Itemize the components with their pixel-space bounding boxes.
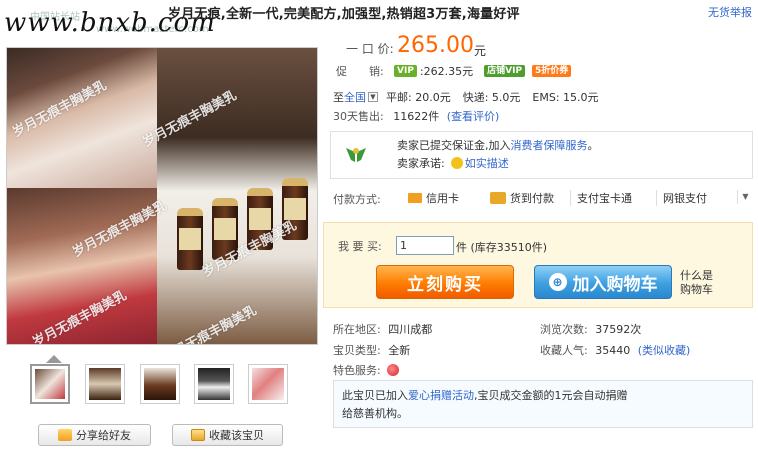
deposit-text: 卖家已提交保证金,加入 xyxy=(397,139,511,152)
charity-link[interactable]: 爱心捐赠活动 xyxy=(408,389,474,402)
sales-count: 11622件 xyxy=(393,110,440,123)
payment-label: 付款方式: xyxy=(333,193,381,206)
shop-vip-badge[interactable]: 店铺VIP xyxy=(484,65,526,77)
cod-icon xyxy=(490,192,506,204)
credit-card-icon xyxy=(408,193,422,203)
share-button-label: 分享给好友 xyxy=(76,429,131,442)
share-icon xyxy=(58,429,72,441)
thumbnail-3[interactable] xyxy=(140,364,180,404)
payment-cod[interactable]: 货到付款 xyxy=(490,190,554,206)
popularity-value: 35440 xyxy=(595,344,631,357)
shipping-express: 快递: 5.0元 xyxy=(462,91,521,104)
promise-icon xyxy=(450,157,463,169)
buy-now-button[interactable]: 立刻购买 xyxy=(376,265,514,299)
photo-product-box xyxy=(157,48,317,344)
feature-row: 特色服务: xyxy=(333,362,399,378)
type-row: 宝贝类型: 全新 xyxy=(333,342,410,358)
promo-row: VIP :262.35元 店铺VIP 5折价券 xyxy=(394,63,572,79)
quantity-input[interactable]: 1 xyxy=(396,236,454,255)
price-unit: 元 xyxy=(474,44,487,58)
views-label: 浏览次数: xyxy=(540,323,588,336)
reviews-link[interactable]: (查看评价) xyxy=(447,110,500,123)
seller-promise-box: 卖家已提交保证金,加入消费者保障服务。 卖家承诺: 如实描述 xyxy=(330,131,753,179)
location-label: 所在地区: xyxy=(333,323,381,336)
sales-label: 30天售出: xyxy=(333,110,384,123)
report-link[interactable]: 无货举报 xyxy=(708,4,752,20)
main-product-image[interactable]: 岁月无痕丰胸美乳 岁月无痕丰胸美乳 岁月无痕丰胸美乳 岁月无痕丰胸美乳 岁月无痕… xyxy=(6,47,318,345)
promise-line: 卖家承诺: 如实描述 xyxy=(397,155,509,171)
bottle-1 xyxy=(177,208,203,270)
type-label: 宝贝类型: xyxy=(333,344,381,357)
chevron-down-icon[interactable]: ▼ xyxy=(368,92,378,102)
shipping-to-label: 至 xyxy=(333,91,344,104)
charity-line-1: 此宝贝已加入爱心捐赠活动,宝贝成交金额的1元会自动捐赠 xyxy=(342,389,628,402)
vip-price: :262.35元 xyxy=(419,65,474,78)
stock-text: 件 (库存33510件) xyxy=(456,241,548,254)
payment-credit-card[interactable]: 信用卡 xyxy=(408,190,459,206)
charity-line-2: 给慈善机构。 xyxy=(342,407,408,420)
share-button[interactable]: 分享给好友 xyxy=(38,424,151,446)
price-value: 265.00 xyxy=(397,33,474,58)
deposit-line: 卖家已提交保证金,加入消费者保障服务。 xyxy=(397,139,599,152)
popularity-label: 收藏人气: xyxy=(540,344,588,357)
location-row: 所在地区: 四川成都 xyxy=(333,321,432,337)
payment-more-icon[interactable]: ▼ xyxy=(737,190,753,204)
thumbnail-4[interactable] xyxy=(194,364,234,404)
promise-label: 卖家承诺: xyxy=(397,157,445,170)
shipping-ems: EMS: 15.0元 xyxy=(532,91,599,104)
payment-alipay-card[interactable]: 支付宝卡通 xyxy=(570,190,632,206)
favorite-button-label: 收藏该宝贝 xyxy=(209,429,264,442)
promo-label: 促 销: xyxy=(336,65,384,78)
feature-label: 特色服务: xyxy=(333,364,381,377)
type-value: 全新 xyxy=(388,344,411,357)
thumbnail-5[interactable] xyxy=(248,364,288,404)
cart-icon: ⊕ xyxy=(548,273,567,291)
buy-now-label: 立刻购买 xyxy=(407,274,483,295)
views-value: 37592次 xyxy=(595,323,642,336)
shipping-row: 至 全国 ▼ 平邮: 20.0元 快递: 5.0元 EMS: 15.0元 xyxy=(333,89,599,105)
discount-coupon-badge[interactable]: 5折价券 xyxy=(532,65,572,77)
product-title: 岁月无痕,全新一代,完美配方,加强型,热销超3万套,海量好评 xyxy=(168,7,520,22)
promise-link[interactable]: 如实描述 xyxy=(465,155,509,171)
protection-link[interactable]: 消费者保障服务 xyxy=(511,139,588,152)
qty-label: 我 要 买: xyxy=(338,240,382,253)
similar-favorites-link[interactable]: (类似收藏) xyxy=(638,344,691,357)
vip-badge: VIP xyxy=(394,65,417,77)
hands-icon xyxy=(343,142,369,168)
sales-row: 30天售出: 11622件 (查看评价) xyxy=(333,108,499,124)
shipping-region[interactable]: 全国 xyxy=(344,89,366,105)
favorite-button[interactable]: 收藏该宝贝 xyxy=(172,424,283,446)
payment-row: 付款方式: 信用卡 货到付款 支付宝卡通 网银支付 ▼ xyxy=(330,186,753,210)
thumbnail-2[interactable] xyxy=(85,364,125,404)
folder-icon xyxy=(191,429,205,441)
charity-notice: 此宝贝已加入爱心捐赠活动,宝贝成交金额的1元会自动捐赠 给慈善机构。 xyxy=(333,380,753,428)
add-to-cart-button[interactable]: ⊕ 加入购物车 xyxy=(534,265,672,299)
thumbnail-1[interactable] xyxy=(30,364,70,404)
payment-online-bank[interactable]: 网银支付 xyxy=(656,190,707,206)
heart-icon[interactable] xyxy=(386,364,399,376)
popularity-row: 收藏人气: 35440 (类似收藏) xyxy=(540,342,690,358)
location-value: 四川成都 xyxy=(388,323,433,336)
buy-box: 我 要 买: 1 件 (库存33510件) 立刻购买 ⊕ 加入购物车 什么是 购… xyxy=(323,222,753,308)
add-cart-label: 加入购物车 xyxy=(572,274,658,295)
price-label: 一 口 价: xyxy=(346,42,394,56)
what-is-cart-link[interactable]: 什么是 购物车 xyxy=(680,269,713,297)
thumb-pointer xyxy=(46,355,62,363)
shipping-flat: 平邮: 20.0元 xyxy=(386,91,451,104)
views-row: 浏览次数: 37592次 xyxy=(540,321,641,337)
